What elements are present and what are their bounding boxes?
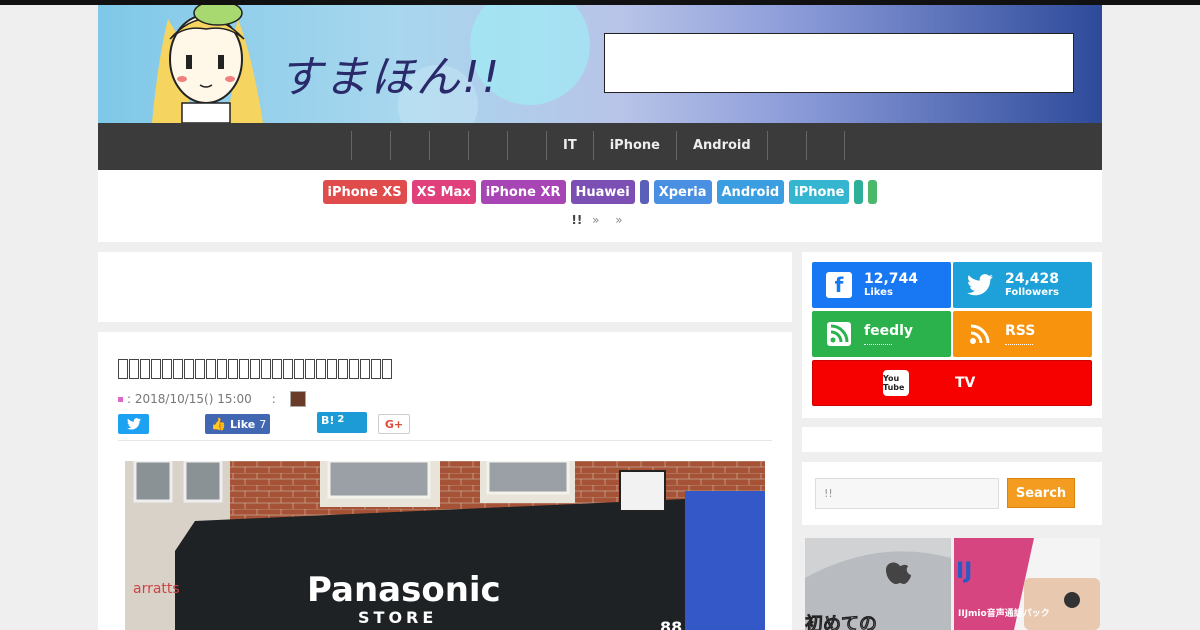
- tag-link[interactable]: XS Max: [411, 180, 476, 204]
- thumbs-up-icon: 👍: [211, 417, 226, 431]
- youtube-icon: You Tube: [883, 370, 909, 396]
- rss-label: RSS: [1005, 322, 1036, 339]
- tag-link[interactable]: Xperia: [653, 180, 712, 204]
- author-avatar[interactable]: [289, 391, 306, 407]
- facebook-label: Likes: [864, 286, 893, 298]
- facebook-count: 12,744: [864, 270, 919, 287]
- rss-sublabel: [1005, 339, 1033, 345]
- rss-icon: [826, 321, 852, 347]
- feedly-sublabel: [864, 339, 892, 345]
- social-follow-widget: f 12,744 Likes 24,428 Followers feedly R…: [802, 252, 1102, 418]
- feedly-label: feedly: [864, 322, 914, 339]
- iijmio-photo: IJ IIJmio音声通話パック: [954, 538, 1100, 630]
- rss-follow-button[interactable]: RSS: [953, 311, 1092, 357]
- tag-link[interactable]: [639, 180, 649, 204]
- google-plus-icon: G+: [384, 417, 404, 431]
- like-label: Like: [229, 417, 256, 431]
- article-title[interactable]: [118, 354, 393, 382]
- rss-icon: [967, 321, 993, 347]
- header-ad-banner[interactable]: [604, 33, 1074, 93]
- article-featured-image[interactable]: arratts Panasonic STORE 88: [125, 461, 765, 630]
- author-label: :: [271, 392, 276, 406]
- site-logo-text[interactable]: すまほん!!: [278, 41, 501, 105]
- site-header: すまほん!!: [98, 5, 1102, 123]
- divider: [118, 440, 772, 441]
- search-button[interactable]: Search: [1007, 478, 1075, 508]
- tag-link[interactable]: iPhone XR: [480, 180, 566, 204]
- date-marker-icon: [118, 396, 123, 402]
- tag-link[interactable]: iPhone: [789, 180, 850, 204]
- like-count: 7: [259, 417, 267, 431]
- breadcrumb-separator: »: [615, 213, 623, 227]
- facebook-icon: f: [826, 272, 852, 298]
- article-title-glyphs: [118, 354, 393, 382]
- tag-link[interactable]: [868, 180, 878, 204]
- nav-list: IT iPhone Android: [351, 131, 845, 160]
- nav-item[interactable]: [766, 131, 806, 160]
- nav-item-android[interactable]: Android: [675, 131, 767, 160]
- twitter-icon: [967, 272, 993, 298]
- article-card: : 2018/10/15() 15:00 : 👍 Like 7 B! 2 G+: [98, 332, 792, 630]
- nav-item-it[interactable]: IT: [546, 131, 593, 160]
- facebook-follow-button[interactable]: f 12,744 Likes: [812, 262, 951, 308]
- article-meta: : 2018/10/15() 15:00 :: [118, 391, 306, 407]
- tag-bar: iPhone XS XS Max iPhone XR Huawei Xperia Andr…: [98, 170, 1102, 242]
- search-widget: !! Search: [802, 462, 1102, 525]
- content-ad-slot[interactable]: [98, 252, 792, 322]
- sidebar-widget-blank: [802, 427, 1102, 452]
- nav-item[interactable]: [390, 131, 429, 160]
- tag-link[interactable]: iPhone XS: [322, 180, 407, 204]
- search-input[interactable]: !!: [815, 478, 999, 509]
- mascot-logo-image[interactable]: [138, 5, 268, 123]
- photo-sign-sub: STORE: [358, 608, 437, 627]
- photo-left-sign: arratts: [133, 581, 180, 597]
- nav-item[interactable]: [507, 131, 546, 160]
- article-date: : 2018/10/15() 15:00: [127, 392, 252, 406]
- iphone-photo: 初めての: [805, 538, 951, 630]
- nav-item[interactable]: [351, 131, 390, 160]
- twitter-count: 24,428: [1005, 270, 1060, 287]
- photo-number: 88: [660, 618, 682, 630]
- twitter-follow-button[interactable]: 24,428 Followers: [953, 262, 1092, 308]
- twitter-label: Followers: [1005, 286, 1059, 298]
- google-plus-button[interactable]: G+: [378, 414, 410, 434]
- facebook-like-button[interactable]: 👍 Like 7: [205, 414, 270, 434]
- hatena-icon: B!: [321, 414, 335, 427]
- related-article-thumbnail[interactable]: 初めての: [805, 538, 951, 630]
- tag-link[interactable]: [854, 180, 864, 204]
- tweet-button[interactable]: [118, 414, 149, 434]
- tag-link[interactable]: Android: [716, 180, 785, 204]
- nav-item[interactable]: [429, 131, 468, 160]
- hatena-bookmark-button[interactable]: B! 2: [317, 412, 367, 433]
- breadcrumb-separator: »: [592, 213, 600, 227]
- panasonic-store-photo: arratts Panasonic STORE 88: [125, 461, 765, 630]
- tag-list: iPhone XS XS Max iPhone XR Huawei Xperia Andr…: [98, 180, 1102, 204]
- breadcrumb: !! » »: [98, 213, 1102, 227]
- main-navigation: IT iPhone Android: [98, 123, 1102, 170]
- thumb2-logo-text: IJ: [956, 559, 972, 584]
- tag-link[interactable]: Huawei: [570, 180, 635, 204]
- thumb1-caption: 初めての: [805, 613, 877, 630]
- feedly-follow-button[interactable]: feedly: [812, 311, 951, 357]
- nav-item[interactable]: [468, 131, 507, 160]
- youtube-label: TV: [955, 374, 976, 391]
- photo-sign: Panasonic: [307, 570, 501, 610]
- thumb2-caption: IIJmio音声通話パック: [958, 607, 1050, 619]
- nav-item[interactable]: [805, 131, 845, 160]
- twitter-icon: [126, 418, 141, 430]
- breadcrumb-home[interactable]: !!: [571, 213, 582, 227]
- nav-item-iphone[interactable]: iPhone: [592, 131, 676, 160]
- youtube-channel-button[interactable]: You Tube TV: [812, 360, 1092, 406]
- related-article-thumbnail[interactable]: IJ IIJmio音声通話パック: [954, 538, 1100, 630]
- hatena-count: 2: [337, 414, 345, 425]
